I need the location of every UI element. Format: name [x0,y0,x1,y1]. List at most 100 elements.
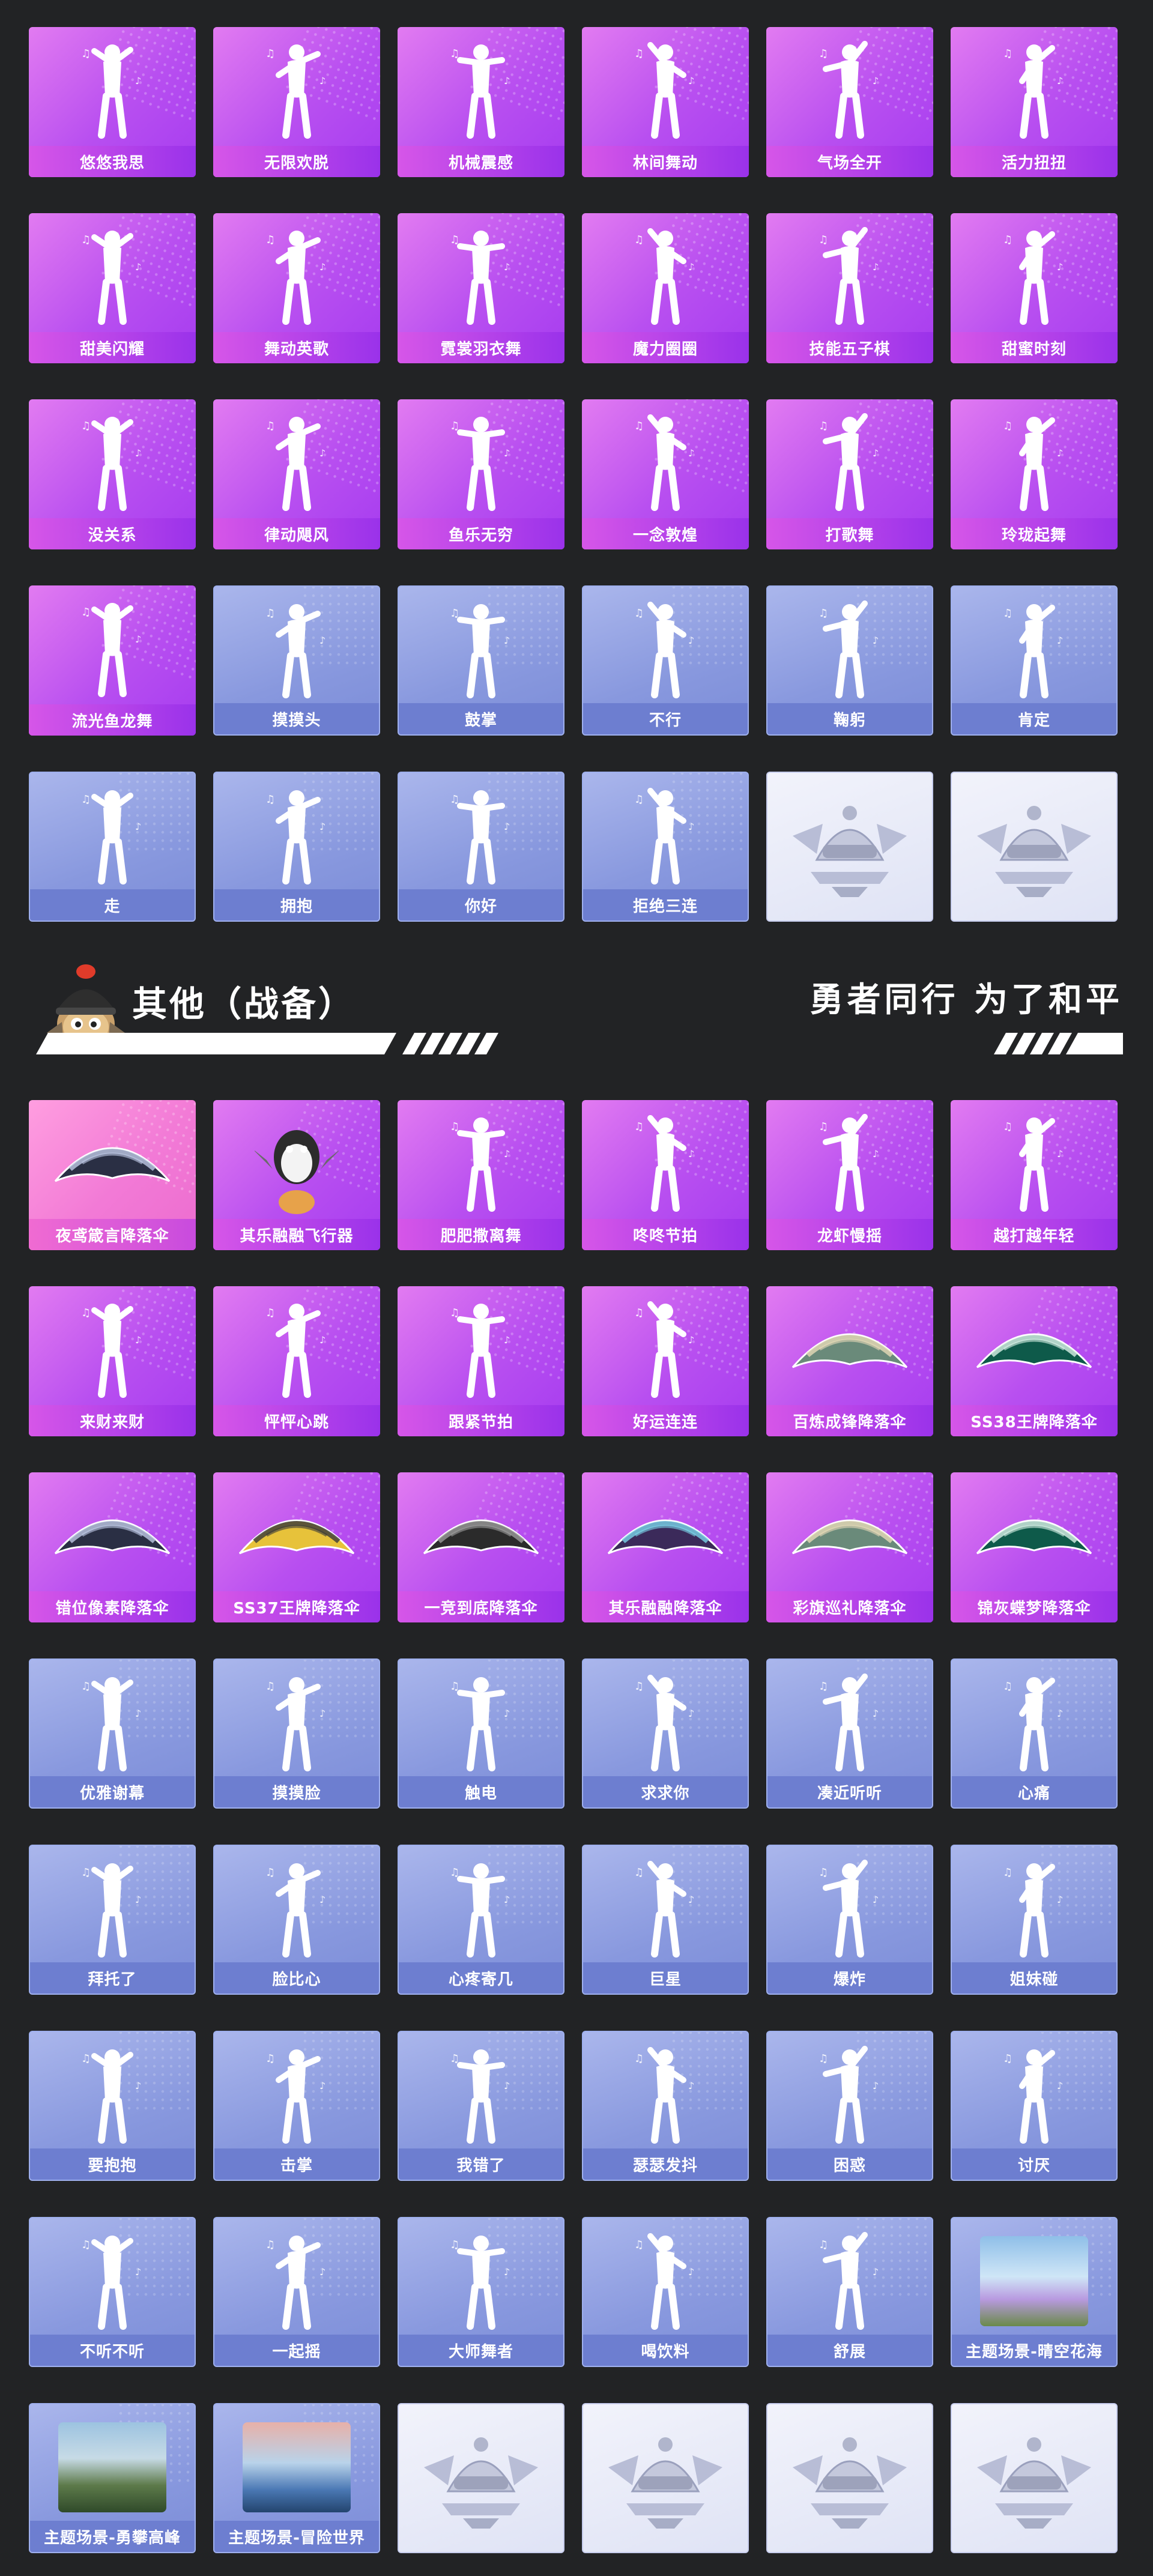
emote-card[interactable]: ♫ ♪ 脸比心 [213,1845,380,1995]
emote-card[interactable]: ♫ ♪ 拒绝三连 [582,772,749,922]
emote-card[interactable]: ♫ ♪ 鞠躬 [766,585,933,736]
emote-card[interactable]: 一竞到底降落伞 [398,1472,564,1622]
emote-card[interactable]: ♫ ♪ 悠悠我思 [29,27,196,177]
locked-card[interactable] [766,2403,933,2553]
svg-text:♫: ♫ [81,2239,91,2251]
emote-label: 困惑 [767,2148,932,2180]
emote-card[interactable]: 锦灰蝶梦降落伞 [951,1472,1118,1622]
emote-card[interactable]: 主题场景-冒险世界 [213,2403,380,2553]
emote-card[interactable]: ♫ ♪ 跟紧节拍 [398,1286,564,1436]
emote-card[interactable]: ♫ ♪ 讨厌 [951,2031,1118,2181]
emote-card[interactable]: ♫ ♪ 巨星 [582,1845,749,1995]
emote-card[interactable]: ♫ ♪ 鼓掌 [398,585,564,736]
emote-card[interactable]: ♫ ♪ 龙虾慢摇 [766,1100,933,1250]
emote-card[interactable]: ♫ ♪ 气场全开 [766,27,933,177]
emote-card[interactable]: ♫ ♪ 击掌 [213,2031,380,2181]
emote-card[interactable]: ♫ ♪ 魔力圈圈 [582,213,749,363]
emote-card[interactable]: ♫ ♪ 流光鱼龙舞 [29,585,196,736]
svg-text:♫: ♫ [1003,607,1012,620]
emote-label: 优雅谢幕 [30,1776,195,1807]
emote-card[interactable]: ♫ ♪ 凑近听听 [766,1658,933,1809]
emote-card[interactable]: SS37王牌降落伞 [213,1472,380,1622]
emote-card[interactable]: ♫ ♪ 肯定 [951,585,1118,736]
emote-card[interactable]: ♫ ♪ 鱼乐无穷 [398,399,564,549]
emote-card[interactable]: ♫ ♪ 心痛 [951,1658,1118,1809]
emote-card[interactable]: ♫ ♪ 技能五子棋 [766,213,933,363]
emote-card[interactable]: ♫ ♪ 拜托了 [29,1845,196,1995]
emote-card[interactable]: ♫ ♪ 我错了 [398,2031,564,2181]
locked-card[interactable] [766,772,933,922]
emote-card[interactable]: ♫ ♪ 霓裳羽衣舞 [398,213,564,363]
locked-card[interactable] [582,2403,749,2553]
emote-card[interactable]: ♫ ♪ 拥抱 [213,772,380,922]
emote-card[interactable]: ♫ ♪ 走 [29,772,196,922]
svg-text:♪: ♪ [319,1894,325,1905]
emote-card[interactable]: ♫ ♪ 求求你 [582,1658,749,1809]
emote-card[interactable]: 其乐融融降落伞 [582,1472,749,1622]
svg-text:♫: ♫ [634,1120,644,1133]
svg-text:♪: ♪ [1057,261,1063,273]
locked-card[interactable] [951,2403,1118,2553]
emote-card[interactable]: ♫ ♪ 喝饮料 [582,2217,749,2367]
emote-label: 活力扭扭 [951,146,1118,177]
emote-card[interactable]: ♫ ♪ 林间舞动 [582,27,749,177]
emote-label: 讨厌 [952,2148,1116,2180]
emote-card[interactable]: ♫ ♪ 一起摇 [213,2217,380,2367]
emote-card[interactable]: 百炼成锋降落伞 [766,1286,933,1436]
emote-card[interactable]: 主题场景-晴空花海 [951,2217,1118,2367]
emote-card[interactable]: 其乐融融飞行器 [213,1100,380,1250]
svg-text:♫: ♫ [634,420,644,432]
emote-card[interactable]: ♫ ♪ 摸摸头 [213,585,380,736]
emote-card[interactable]: ♫ ♪ 舒展 [766,2217,933,2367]
emote-card[interactable]: SS38王牌降落伞 [951,1286,1118,1436]
emote-card[interactable]: ♫ ♪ 活力扭扭 [951,27,1118,177]
emote-card[interactable]: ♫ ♪ 爆炸 [766,1845,933,1995]
emote-card[interactable]: ♫ ♪ 你好 [398,772,564,922]
emote-card[interactable]: ♫ ♪ 不听不听 [29,2217,196,2367]
locked-card[interactable] [398,2403,564,2553]
svg-text:♫: ♫ [81,793,91,806]
emote-label: 要抱抱 [30,2148,195,2180]
emote-card[interactable]: ♫ ♪ 触电 [398,1658,564,1809]
emote-card[interactable]: ♫ ♪ 困惑 [766,2031,933,2181]
emote-card[interactable]: ♫ ♪ 大师舞者 [398,2217,564,2367]
emote-card[interactable]: ♫ ♪ 律动飓风 [213,399,380,549]
emote-card[interactable]: ♫ ♪ 好运连连 [582,1286,749,1436]
svg-text:♪: ♪ [1057,75,1063,86]
emote-card[interactable]: ♫ ♪ 摸摸脸 [213,1658,380,1809]
emote-card[interactable]: ♫ ♪ 要抱抱 [29,2031,196,2181]
emote-card[interactable]: 错位像素降落伞 [29,1472,196,1622]
emote-card[interactable]: ♫ ♪ 机械震感 [398,27,564,177]
emote-card[interactable]: ♫ ♪ 甜蜜时刻 [951,213,1118,363]
emote-card[interactable]: ♫ ♪ 甜美闪耀 [29,213,196,363]
emote-card[interactable]: ♫ ♪ 心疼寄几 [398,1845,564,1995]
emote-card[interactable]: ♫ ♪ 咚咚节拍 [582,1100,749,1250]
emote-card[interactable]: ♫ ♪ 玲珑起舞 [951,399,1118,549]
emote-label: 主题场景-冒险世界 [214,2521,379,2552]
svg-text:♪: ♪ [873,261,879,273]
emote-card[interactable]: ♫ ♪ 没关系 [29,399,196,549]
emote-card[interactable]: ♫ ♪ 打歌舞 [766,399,933,549]
emote-card[interactable]: ♫ ♪ 怦怦心跳 [213,1286,380,1436]
emote-card[interactable]: ♫ ♪ 瑟瑟发抖 [582,2031,749,2181]
emote-card[interactable]: 彩旗巡礼降落伞 [766,1472,933,1622]
emote-card[interactable]: ♫ ♪ 不行 [582,585,749,736]
emote-label: 不听不听 [30,2335,195,2366]
svg-text:♪: ♪ [135,75,141,86]
emote-card[interactable]: ♫ ♪ 一念敦煌 [582,399,749,549]
emote-card[interactable]: ♫ ♪ 越打越年轻 [951,1100,1118,1250]
emote-card[interactable]: ♫ ♪ 优雅谢幕 [29,1658,196,1809]
emote-label: 悠悠我思 [29,146,196,177]
emote-card[interactable]: ♫ ♪ 姐妹碰 [951,1845,1118,1995]
emote-row: ♫ ♪ 走 ♫ ♪ 拥抱 ♫ ♪ 你好 ♫ ♪ 拒绝三连 [0,772,1153,922]
emote-card[interactable]: ♫ ♪ 来财来财 [29,1286,196,1436]
svg-text:♪: ♪ [504,821,510,832]
emote-card[interactable]: ♫ ♪ 舞动英歌 [213,213,380,363]
emote-card[interactable]: 主题场景-勇攀高峰 [29,2403,196,2553]
emote-card[interactable]: ♫ ♪ 无限欢脱 [213,27,380,177]
emote-label: 脸比心 [214,1962,379,1994]
locked-card[interactable] [951,772,1118,922]
emote-label: 主题场景-勇攀高峰 [30,2521,195,2552]
emote-card[interactable]: 夜鸢箴言降落伞 [29,1100,196,1250]
emote-card[interactable]: ♫ ♪ 肥肥撒离舞 [398,1100,564,1250]
